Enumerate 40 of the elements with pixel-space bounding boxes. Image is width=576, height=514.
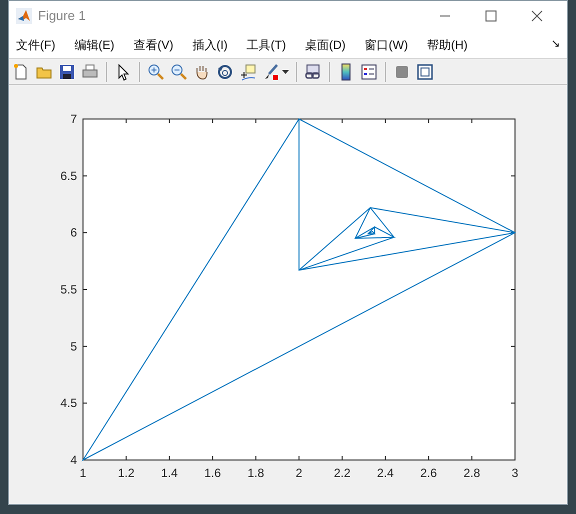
y-tick-label: 5.5 [60, 282, 77, 296]
app-logo-icon [16, 8, 32, 24]
menu-item[interactable]: 文件(F) [16, 36, 56, 54]
y-tick-label: 6.5 [60, 168, 77, 183]
y-tick-label: 4 [70, 453, 77, 467]
x-tick-label: 2.8 [463, 466, 480, 480]
caret-icon[interactable] [282, 70, 289, 74]
x-tick-label: 1.6 [204, 466, 221, 480]
x-tick-label: 3 [512, 466, 518, 480]
brush-icon[interactable] [262, 62, 280, 80]
x-tick-label: 2.4 [377, 466, 394, 480]
rotate-icon[interactable] [216, 62, 234, 80]
menu-item[interactable]: 查看(V) [133, 36, 174, 54]
save-icon[interactable] [58, 62, 76, 80]
x-tick-label: 1.4 [161, 466, 178, 480]
menu-item[interactable]: 编辑(E) [74, 36, 114, 54]
x-tick-label: 1 [80, 466, 86, 480]
data-cursor-icon[interactable] [239, 62, 257, 80]
menu-overflow[interactable]: ↘ [551, 36, 560, 53]
menu-item[interactable]: 窗口(W) [364, 36, 408, 54]
x-tick-label: 1.2 [118, 466, 135, 480]
menu-item[interactable]: 工具(T) [246, 36, 286, 54]
y-tick-label: 7 [70, 112, 77, 126]
link-icon[interactable] [304, 62, 322, 80]
window-title: Figure 1 [38, 7, 86, 26]
window-icon[interactable] [416, 62, 434, 80]
zoom-in-icon[interactable] [147, 62, 165, 80]
menu-item[interactable]: 插入(I) [192, 36, 228, 54]
zoom-out-icon[interactable] [170, 62, 188, 80]
x-tick-label: 2.2 [334, 466, 351, 480]
y-tick-label: 6 [70, 226, 77, 240]
legend-icon[interactable] [360, 62, 378, 80]
y-tick-label: 5 [70, 339, 77, 354]
printer-icon[interactable] [81, 62, 99, 80]
y-tick-label: 4.5 [60, 396, 77, 410]
menu-item[interactable]: 帮助(H) [426, 36, 468, 54]
menu-item[interactable]: 桌面(D) [304, 36, 346, 54]
x-tick-label: 2 [296, 466, 302, 480]
x-tick-label: 1.8 [247, 466, 264, 480]
x-tick-label: 2.6 [420, 466, 437, 480]
